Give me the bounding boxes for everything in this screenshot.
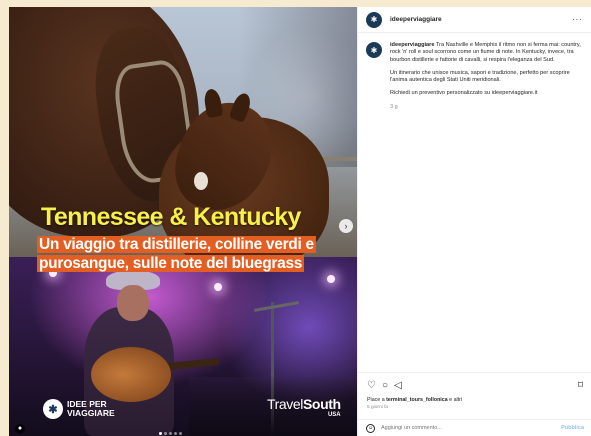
username-link[interactable]: ideeperviaggiare — [390, 16, 564, 23]
more-icon[interactable]: ··· — [572, 15, 583, 24]
guitar — [91, 347, 171, 402]
travel-south-logo: TravelSouth USA — [267, 396, 341, 418]
user-tag-icon[interactable]: ● — [15, 424, 25, 434]
likes-text: Piace a terminal_tours_follonica e altri — [367, 397, 463, 403]
caption-text: ideeperviaggiare Tra Nashville e Memphis… — [390, 42, 583, 111]
post-image[interactable]: Tennessee & Kentucky Un viaggio tra dist… — [9, 7, 357, 436]
liker-link[interactable]: terminal_tours_follonica — [386, 397, 448, 403]
bookmark-icon[interactable]: ⌑ — [578, 380, 583, 391]
post-title: Tennessee & Kentucky — [41, 203, 301, 231]
palm-icon: ✱ — [43, 399, 63, 419]
caption-avatar[interactable]: ✱ — [366, 42, 382, 58]
avatar[interactable]: ✱ — [366, 11, 382, 28]
idee-per-viaggiare-logo: ✱ IDEE PER VIAGGIARE — [43, 399, 137, 419]
comment-input[interactable] — [381, 425, 556, 431]
caption-time: 3 g — [390, 103, 398, 110]
publish-button[interactable]: Pubblica — [561, 425, 584, 431]
post-header: ✱ ideeperviaggiare ··· — [358, 7, 591, 33]
caption-block: ✱ ideeperviaggiare Tra Nashville e Memph… — [358, 33, 591, 111]
post-info-panel: ✱ ideeperviaggiare ··· ✱ ideeperviaggiar… — [357, 7, 591, 436]
post-subtitle: Un viaggio tra distillerie, colline verd… — [37, 236, 316, 272]
action-bar: ♡ ○ ◁ ⌑ — [358, 372, 591, 394]
send-icon[interactable]: ◁ — [394, 380, 402, 391]
heart-icon[interactable]: ♡ — [367, 380, 376, 391]
post-date: 5 giorni fa — [367, 405, 389, 410]
post-window: Tennessee & Kentucky Un viaggio tra dist… — [9, 7, 591, 436]
comment-icon[interactable]: ○ — [382, 380, 388, 391]
comment-bar: ☺ Pubblica — [358, 419, 591, 436]
caption-username[interactable]: ideeperviaggiare — [390, 42, 434, 48]
chevron-right-icon[interactable]: › — [339, 219, 353, 233]
emoji-icon[interactable]: ☺ — [366, 423, 375, 433]
carousel-dots — [159, 432, 182, 435]
